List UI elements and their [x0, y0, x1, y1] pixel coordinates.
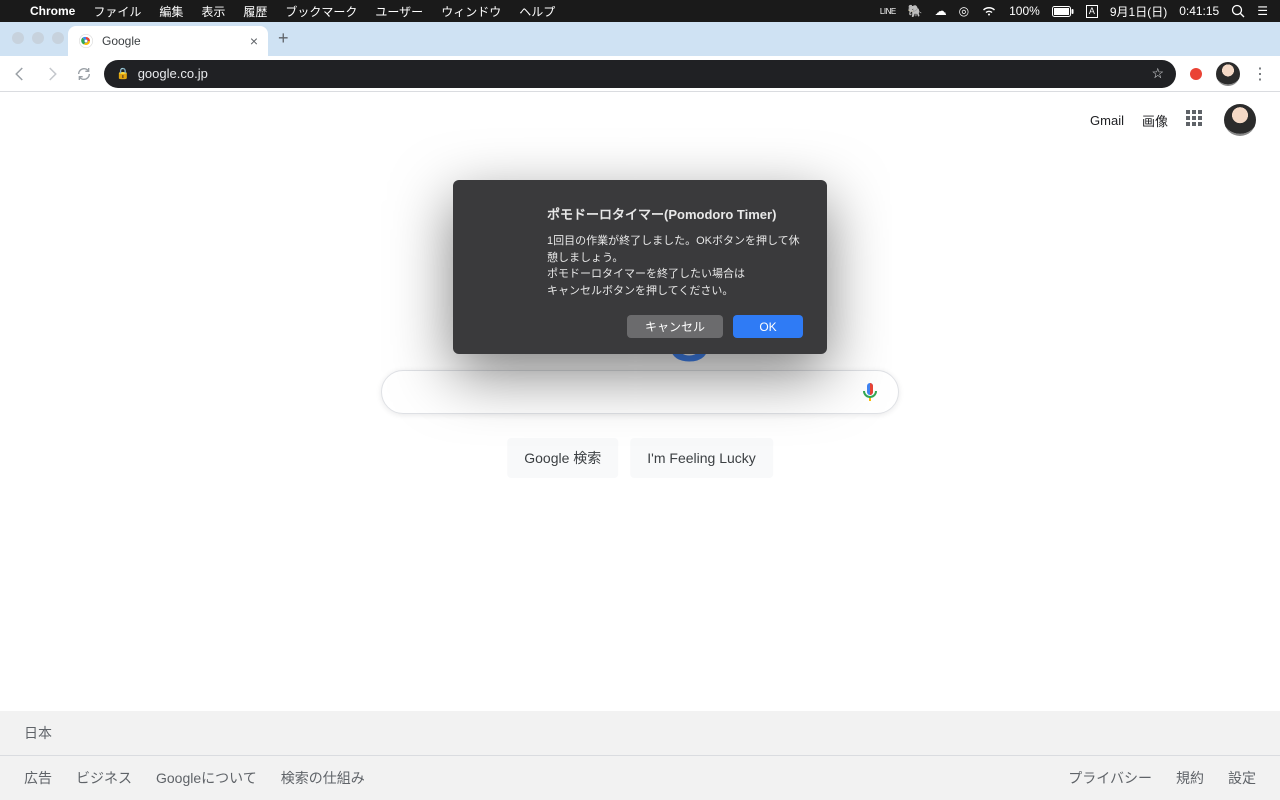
menu-help[interactable]: ヘルプ [519, 3, 555, 20]
cloud-icon[interactable]: ☁ [935, 4, 947, 18]
menu-view[interactable]: 表示 [201, 3, 225, 20]
google-footer: 日本 広告 ビジネス Googleについて 検索の仕組み プライバシー 規約 設… [0, 711, 1280, 800]
dialog-cancel-button[interactable]: キャンセル [627, 315, 723, 338]
menu-history[interactable]: 履歴 [243, 3, 267, 20]
footer-link-privacy[interactable]: プライバシー [1068, 768, 1152, 788]
footer-link-business[interactable]: ビジネス [76, 768, 132, 788]
google-buttons-row: Google 検索 I'm Feeling Lucky [507, 438, 773, 478]
url-text: google.co.jp [138, 66, 1144, 81]
search-box[interactable] [381, 370, 899, 414]
pomodoro-dialog: ポモドーロタイマー(Pomodoro Timer) 1回目の作業が終了しました。… [453, 180, 827, 354]
voice-search-icon[interactable] [858, 380, 882, 404]
dialog-title: ポモドーロタイマー(Pomodoro Timer) [477, 204, 803, 223]
footer-link-settings[interactable]: 設定 [1228, 768, 1256, 788]
footer-link-how-search-works[interactable]: 検索の仕組み [281, 768, 365, 788]
footer-link-ads[interactable]: 広告 [24, 768, 52, 788]
chrome-tab-strip: Google × + [0, 22, 1280, 56]
google-header: Gmail 画像 [1090, 104, 1256, 136]
tab-title: Google [102, 34, 141, 48]
bookmark-star-icon[interactable]: ☆ [1151, 65, 1164, 82]
dialog-line3: キャンセルボタンを押してください。 [547, 283, 803, 300]
tab-close-icon[interactable]: × [250, 33, 258, 49]
new-tab-button[interactable]: + [278, 28, 289, 51]
window-zoom-icon[interactable] [52, 32, 64, 44]
menubar-time[interactable]: 0:41:15 [1179, 4, 1219, 18]
images-link[interactable]: 画像 [1142, 111, 1168, 130]
search-input[interactable] [398, 383, 858, 401]
back-button[interactable] [8, 62, 32, 86]
dialog-ok-button[interactable]: OK [733, 315, 803, 338]
chrome-toolbar: 🔒 google.co.jp ☆ ⋮ [0, 56, 1280, 92]
window-traffic-lights[interactable] [12, 32, 64, 44]
lock-icon: 🔒 [116, 67, 130, 80]
page-content: Gmail 画像 Google Google 検索 I'm Feeling Lu… [0, 92, 1280, 800]
footer-country: 日本 [0, 711, 1280, 756]
window-close-icon[interactable] [12, 32, 24, 44]
menu-user[interactable]: ユーザー [375, 3, 423, 20]
google-account-avatar[interactable] [1224, 104, 1256, 136]
footer-link-terms[interactable]: 規約 [1176, 768, 1204, 788]
address-bar[interactable]: 🔒 google.co.jp ☆ [104, 60, 1176, 88]
dialog-line2: ポモドーロタイマーを終了したい場合は [547, 266, 803, 283]
macos-menubar: Chrome ファイル 編集 表示 履歴 ブックマーク ユーザー ウィンドウ ヘ… [0, 0, 1280, 22]
circled-icon[interactable]: ◎ [959, 4, 969, 18]
evernote-icon[interactable]: 🐘 [908, 4, 923, 18]
spotlight-icon[interactable] [1231, 4, 1245, 18]
dialog-body: 1回目の作業が終了しました。OKボタンを押して休憩しましょう。 ポモドーロタイマ… [477, 233, 803, 299]
control-center-icon[interactable]: ☰ [1257, 4, 1268, 18]
google-search-button[interactable]: Google 検索 [507, 438, 618, 478]
tab-favicon-icon [78, 33, 94, 49]
window-minimize-icon[interactable] [32, 32, 44, 44]
menu-edit[interactable]: 編集 [159, 3, 183, 20]
menu-bookmarks[interactable]: ブックマーク [285, 3, 357, 20]
wifi-icon[interactable] [981, 5, 997, 17]
extension-indicator-icon[interactable] [1190, 68, 1202, 80]
menu-window[interactable]: ウィンドウ [441, 3, 501, 20]
forward-button[interactable] [40, 62, 64, 86]
input-source-indicator[interactable]: A [1086, 5, 1098, 18]
menubar-date[interactable]: 9月1日(日) [1110, 3, 1167, 20]
app-name[interactable]: Chrome [30, 4, 75, 18]
menu-file[interactable]: ファイル [93, 3, 141, 20]
footer-link-about[interactable]: Googleについて [156, 768, 257, 788]
line-status-icon[interactable]: LINE [880, 7, 896, 16]
dialog-line1: 1回目の作業が終了しました。OKボタンを押して休憩しましょう。 [547, 233, 803, 266]
browser-tab[interactable]: Google × [68, 26, 268, 56]
battery-percentage: 100% [1009, 4, 1040, 18]
battery-icon [1052, 6, 1074, 17]
reload-button[interactable] [72, 62, 96, 86]
google-apps-icon[interactable] [1186, 110, 1206, 130]
feeling-lucky-button[interactable]: I'm Feeling Lucky [630, 438, 773, 478]
profile-avatar-button[interactable] [1216, 62, 1240, 86]
chrome-menu-button[interactable]: ⋮ [1248, 64, 1272, 84]
gmail-link[interactable]: Gmail [1090, 113, 1124, 128]
